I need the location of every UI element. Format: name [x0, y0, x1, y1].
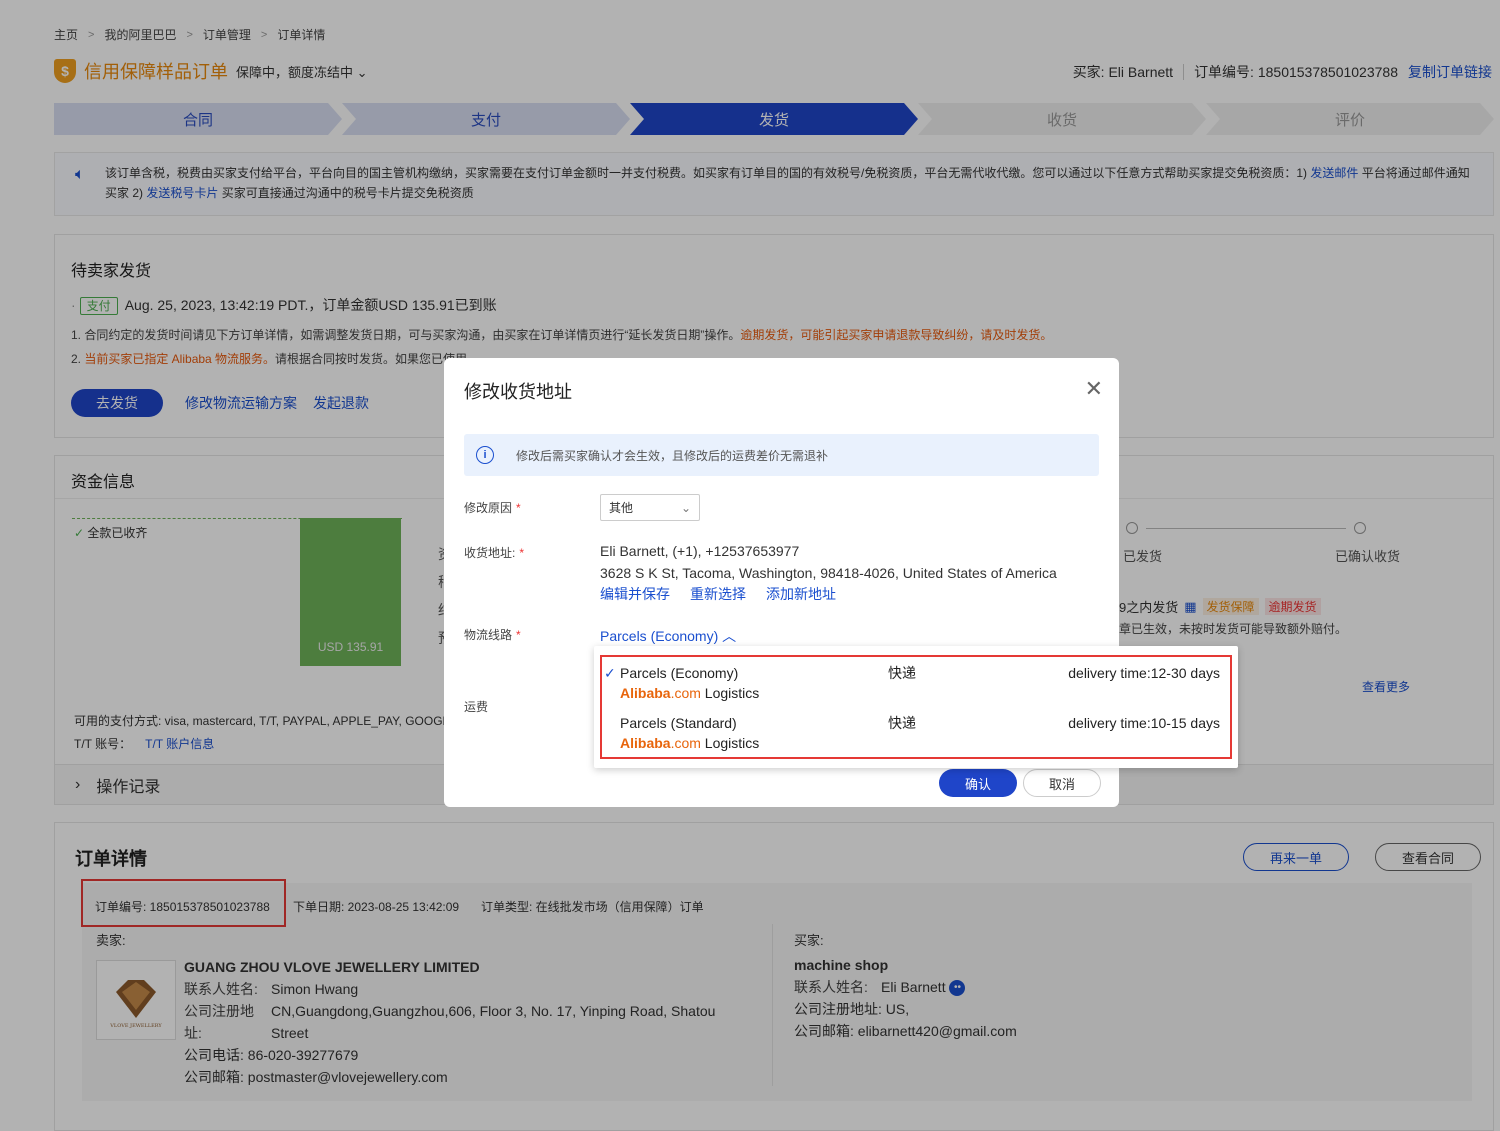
reason-select[interactable]: 其他 ⌄: [600, 494, 700, 521]
edit-save-link[interactable]: 编辑并保存: [600, 584, 670, 604]
route-option-economy[interactable]: ✓ Parcels (Economy) Alibaba.com Logistic…: [604, 663, 1220, 703]
modal-title: 修改收货地址: [464, 382, 572, 402]
check-icon: ✓: [604, 665, 616, 681]
modal-info-banner: i 修改后需买家确认才会生效，且修改后的运费差价无需退补: [464, 434, 1099, 476]
route-select[interactable]: Parcels (Economy) ︿: [600, 626, 736, 646]
close-icon[interactable]: ✕: [1085, 376, 1103, 402]
fee-label: 运费: [464, 700, 489, 714]
add-address-link[interactable]: 添加新地址: [766, 584, 836, 604]
confirm-button[interactable]: 确认: [939, 769, 1017, 797]
cancel-button[interactable]: 取消: [1023, 769, 1101, 797]
chevron-up-icon: ︿: [722, 628, 737, 644]
shipping-address: Eli Barnett, (+1), +12537653977 3628 S K…: [600, 543, 1057, 581]
route-dropdown: ✓ Parcels (Economy) Alibaba.com Logistic…: [594, 646, 1238, 768]
reselect-link[interactable]: 重新选择: [690, 584, 746, 604]
info-icon: i: [476, 446, 494, 464]
route-option-standard[interactable]: Parcels (Standard) Alibaba.com Logistics…: [620, 713, 1220, 753]
chevron-down-icon: ⌄: [680, 500, 691, 515]
